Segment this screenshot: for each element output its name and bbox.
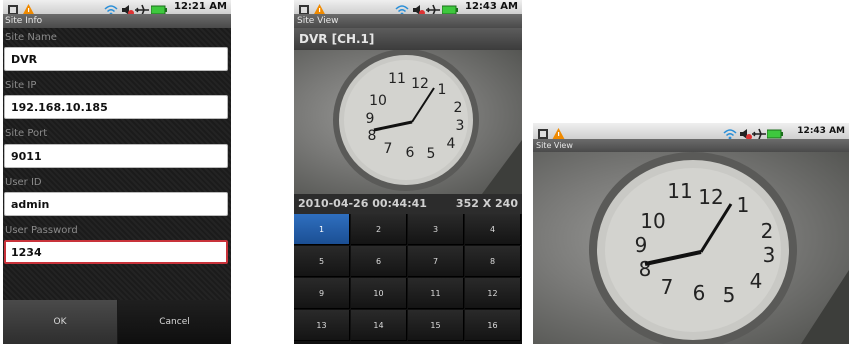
svg-text:12: 12 [411, 76, 429, 92]
site-port-field[interactable]: 9011 [4, 144, 228, 168]
svg-text:10: 10 [640, 209, 665, 233]
site-view-fullscreen: 12:43 AM Site View 12 11 1 234 567 8 9 10 [533, 123, 849, 344]
channel-key-9[interactable]: 9 [294, 278, 350, 309]
site-port-value: 9011 [11, 150, 42, 163]
page-title: Site View [294, 14, 522, 28]
clock-image: 12111 234 567 8910 [589, 152, 849, 344]
svg-text:4: 4 [447, 136, 456, 152]
status-time: 12:21 AM [173, 1, 227, 12]
user-password-label: User Password [5, 225, 78, 236]
svg-text:10: 10 [369, 93, 387, 109]
ok-button[interactable]: OK [3, 300, 118, 344]
channel-key-4[interactable]: 4 [465, 214, 521, 245]
user-id-value: admin [11, 198, 50, 211]
user-password-value: 1234 [11, 246, 42, 259]
svg-text:12: 12 [698, 185, 723, 209]
channel-key-1[interactable]: 1 [294, 214, 350, 245]
svg-text:6: 6 [693, 281, 706, 305]
video-view[interactable]: 12 11 1 234 567 8 9 10 [533, 152, 849, 344]
video-view[interactable]: 12 11 1 234 567 8 9 10 [294, 50, 522, 194]
svg-text:5: 5 [723, 283, 736, 307]
status-time: 12:43 AM [797, 126, 845, 136]
svg-text:7: 7 [384, 141, 393, 157]
svg-text:3: 3 [456, 118, 465, 134]
svg-text:1: 1 [737, 193, 750, 217]
channel-key-12[interactable]: 12 [465, 278, 521, 309]
clock-image: 12111 234 567 8910 [333, 50, 522, 194]
page-title: Site Info [3, 14, 231, 28]
channel-key-2[interactable]: 2 [351, 214, 407, 245]
svg-text:11: 11 [667, 179, 692, 203]
page-title: Site View [533, 139, 849, 152]
status-bar: 12:21 AM [3, 0, 231, 16]
channel-key-11[interactable]: 11 [408, 278, 464, 309]
svg-text:9: 9 [366, 111, 375, 127]
button-bar: OK Cancel [3, 300, 231, 344]
site-ip-value: 192.168.10.185 [11, 101, 108, 114]
channel-title: DVR [CH.1] [294, 28, 522, 50]
channel-key-8[interactable]: 8 [465, 246, 521, 277]
svg-text:5: 5 [427, 146, 436, 162]
site-ip-label: Site IP [5, 80, 37, 91]
svg-text:7: 7 [661, 275, 674, 299]
user-password-field[interactable]: 1234 [4, 240, 228, 264]
site-port-label: Site Port [5, 128, 48, 139]
svg-text:4: 4 [750, 269, 763, 293]
channel-key-13[interactable]: 13 [294, 310, 350, 341]
channel-key-5[interactable]: 5 [294, 246, 350, 277]
svg-text:8: 8 [639, 257, 652, 281]
cancel-button[interactable]: Cancel [118, 300, 231, 344]
site-name-label: Site Name [5, 32, 57, 43]
status-time: 12:43 AM [464, 1, 518, 12]
svg-text:2: 2 [454, 100, 463, 116]
channel-key-16[interactable]: 16 [465, 310, 521, 341]
channel-key-6[interactable]: 6 [351, 246, 407, 277]
svg-text:6: 6 [406, 145, 415, 161]
site-info-screen: 12:21 AM Site Info Site Name DVR Site IP… [3, 0, 231, 344]
svg-text:3: 3 [763, 243, 776, 267]
status-bar: 12:43 AM [294, 0, 522, 16]
svg-text:9: 9 [635, 233, 648, 257]
video-resolution: 352 X 240 [455, 197, 518, 210]
site-name-field[interactable]: DVR [4, 47, 228, 71]
channel-key-15[interactable]: 15 [408, 310, 464, 341]
channel-key-10[interactable]: 10 [351, 278, 407, 309]
svg-text:11: 11 [388, 71, 406, 87]
site-view-screen: 12:43 AM Site View DVR [CH.1] 12 11 1 234 … [294, 0, 522, 344]
user-id-field[interactable]: admin [4, 192, 228, 216]
site-name-value: DVR [11, 53, 38, 66]
video-timestamp: 2010-04-26 00:44:41 [298, 197, 427, 210]
svg-text:2: 2 [761, 219, 774, 243]
channel-key-3[interactable]: 3 [408, 214, 464, 245]
channel-key-7[interactable]: 7 [408, 246, 464, 277]
video-info-bar: 2010-04-26 00:44:41 352 X 240 [294, 194, 522, 214]
channel-key-14[interactable]: 14 [351, 310, 407, 341]
channel-keypad: 1 2 3 4 5 6 7 8 9 10 11 12 13 14 15 16 [294, 214, 522, 344]
user-id-label: User ID [5, 177, 42, 188]
site-ip-field[interactable]: 192.168.10.185 [4, 95, 228, 119]
status-bar: 12:43 AM [533, 123, 849, 140]
svg-text:1: 1 [438, 82, 447, 98]
